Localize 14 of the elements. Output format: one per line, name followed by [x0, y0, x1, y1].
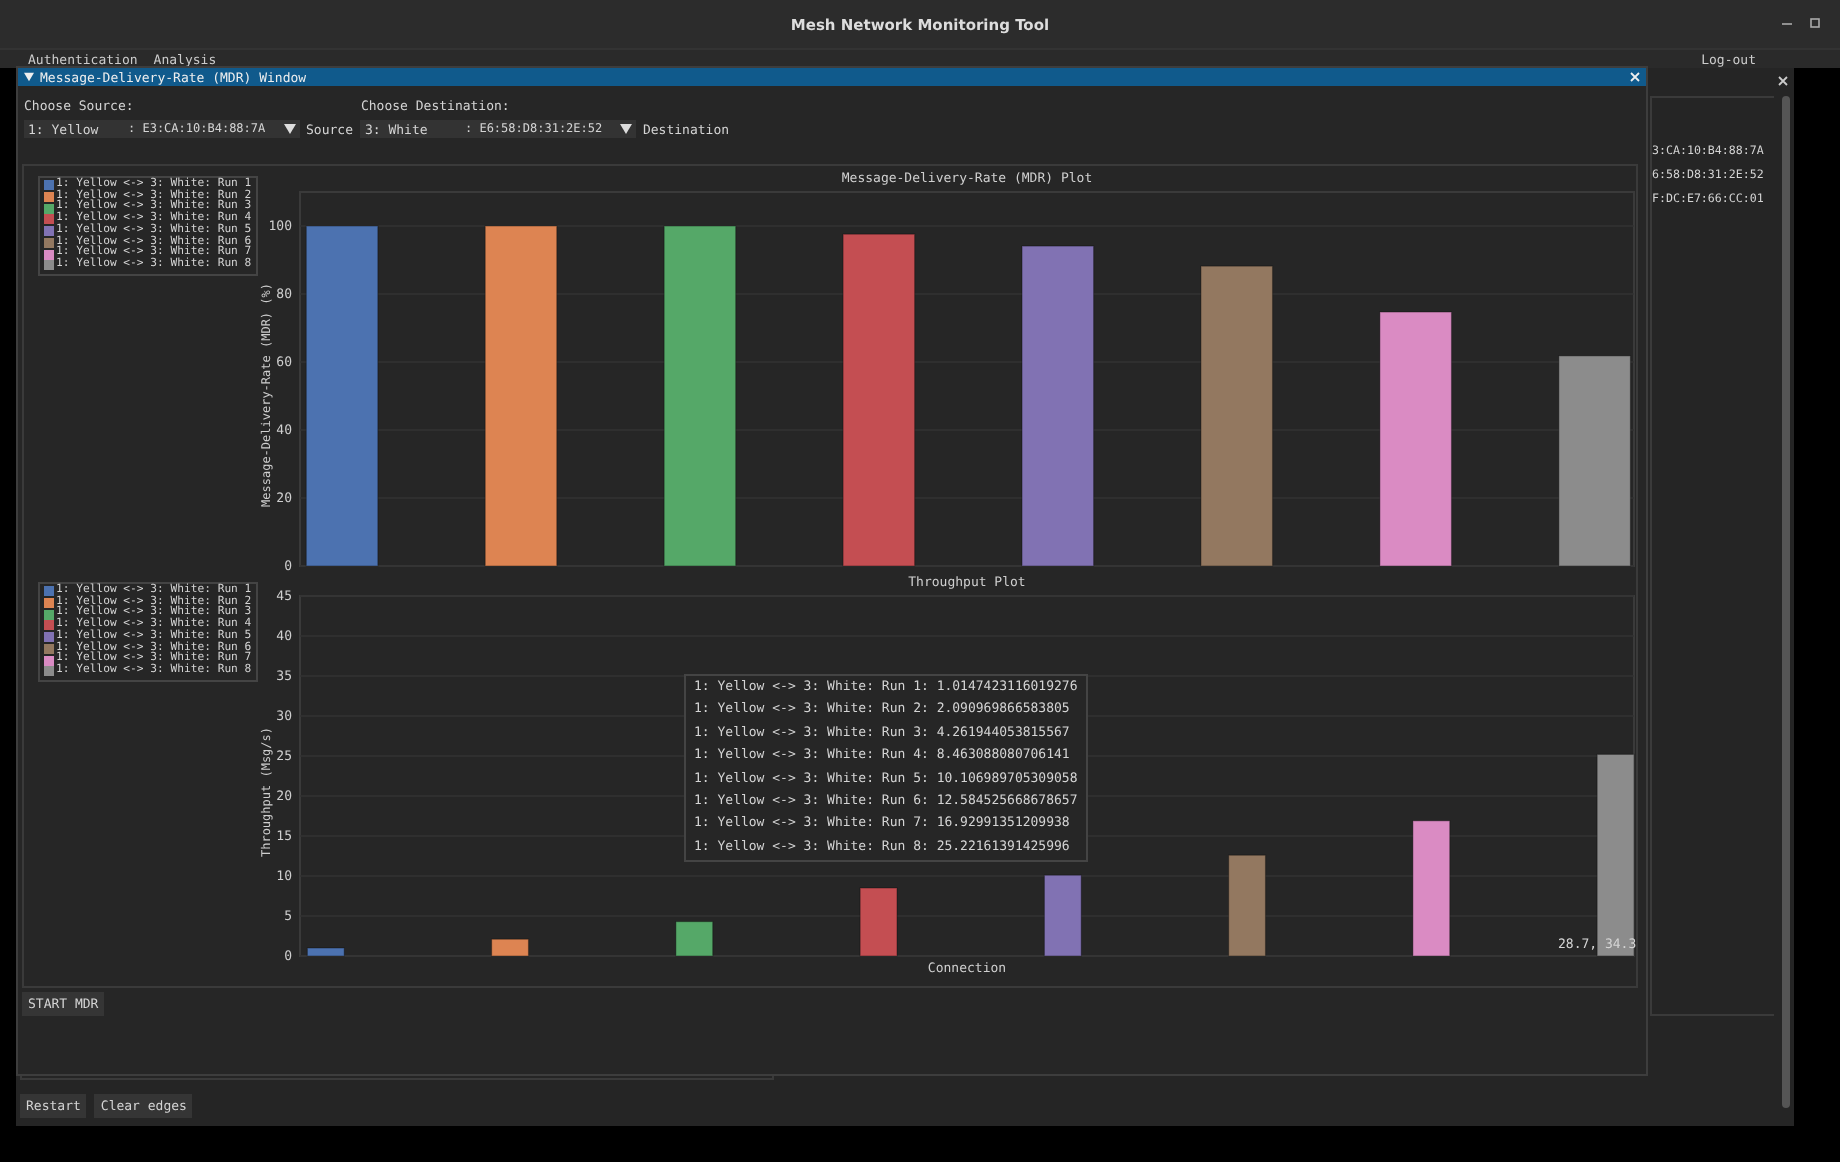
bar	[491, 938, 530, 957]
bar	[1228, 854, 1267, 957]
collapse-icon[interactable]	[24, 72, 34, 82]
bar	[859, 887, 898, 957]
close-icon[interactable]	[1778, 75, 1788, 85]
caret-icon	[284, 124, 296, 134]
bar	[306, 947, 345, 957]
maximize-icon[interactable]	[1810, 18, 1820, 28]
bar	[1412, 820, 1451, 957]
bar	[1043, 874, 1082, 957]
caret-icon	[620, 124, 633, 134]
minimize-icon[interactable]	[1782, 18, 1792, 28]
scrollbar[interactable]	[1782, 96, 1790, 1108]
bar	[675, 921, 714, 957]
